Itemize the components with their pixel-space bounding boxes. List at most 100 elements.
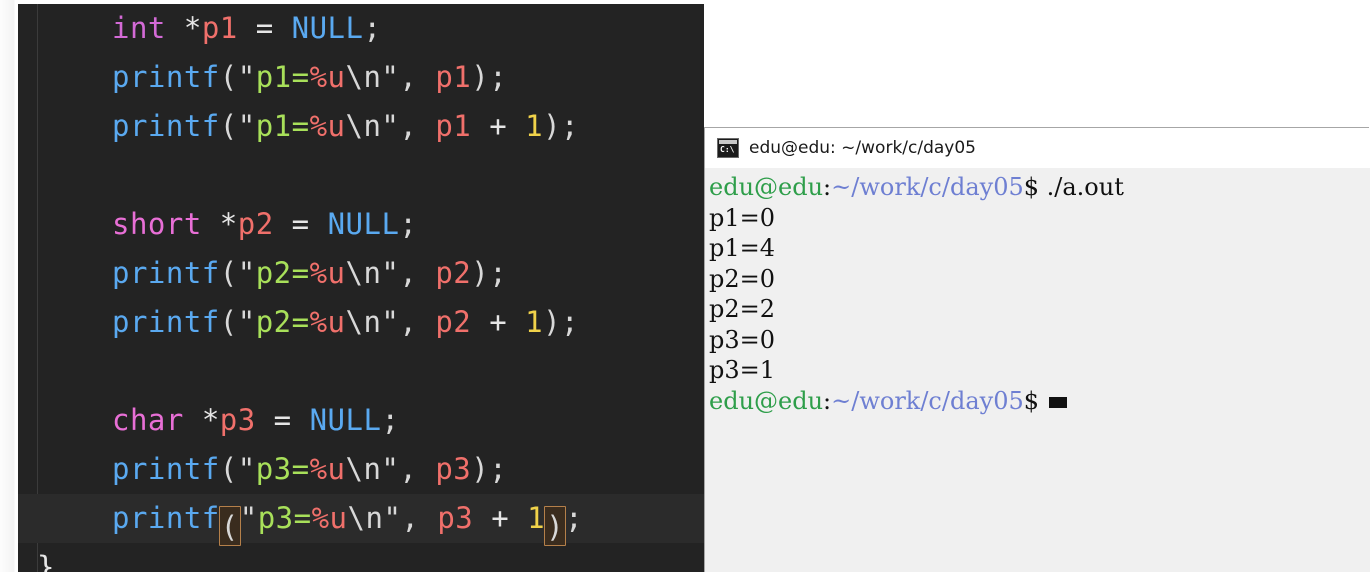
terminal-output-text: p2=2 (709, 295, 776, 323)
code-line[interactable]: short *p2 = NULL; (18, 200, 704, 249)
code-token: } (37, 550, 55, 572)
code-line-list: int *p1 = NULL; printf("p1=%u\n", p1); pri… (18, 4, 704, 572)
code-token: printf (112, 109, 220, 143)
terminal-prompt-separator: : (823, 386, 832, 415)
code-token: ", (381, 305, 436, 339)
code-editor-content[interactable]: int *p1 = NULL; printf("p1=%u\n", p1); pri… (18, 4, 704, 572)
screenshot-root: int *p1 = NULL; printf("p1=%u\n", p1); pri… (0, 0, 1370, 587)
terminal-icon-label: C:\ (720, 145, 735, 154)
code-token: = (237, 11, 292, 45)
terminal-command: ./a.out (1039, 173, 1124, 201)
code-token: 1 (527, 501, 546, 535)
code-token: ", (381, 109, 436, 143)
code-token: ", (381, 452, 436, 486)
terminal-title-text: edu@edu: ~/work/c/day05 (749, 138, 976, 158)
terminal-output-line: p3=1 (709, 355, 1370, 386)
code-token: p1 (435, 60, 472, 94)
code-token: (" (219, 452, 256, 486)
code-token: p3= (257, 501, 312, 535)
terminal-output-text: p3=0 (709, 325, 776, 354)
code-token: int (112, 11, 166, 45)
bracket-match-highlight: ( (218, 506, 241, 546)
code-line[interactable]: int *p1 = NULL; (18, 4, 704, 53)
code-token: (" (219, 109, 256, 143)
code-token: ); (471, 60, 508, 94)
code-token: (" (219, 60, 256, 94)
terminal-prompt-separator: : (823, 173, 832, 201)
code-token: \n (345, 256, 382, 290)
terminal-user-host: edu@edu (709, 386, 824, 415)
code-token: ", (383, 501, 438, 535)
code-token: p2 (435, 305, 472, 339)
code-token: * (201, 403, 220, 437)
code-token: printf (112, 256, 220, 290)
code-token: %u (309, 452, 346, 486)
terminal-prompt-line: edu@edu:~/work/c/day05$ ./a.out (709, 172, 1370, 203)
code-token: printf (112, 60, 220, 94)
code-token: \n (345, 305, 382, 339)
code-token: ; (381, 403, 400, 437)
terminal-body[interactable]: edu@edu:~/work/c/day05$ ./a.out p1=0 p1=4 p… (705, 168, 1370, 576)
code-token: ", (381, 256, 436, 290)
code-token: " (239, 501, 258, 535)
code-token: ); (471, 256, 508, 290)
terminal-path: ~/work/c/day05 (831, 173, 1024, 201)
code-line[interactable]: printf("p1=%u\n", p1 + 1); (18, 102, 704, 151)
terminal-prompt-line: edu@edu:~/work/c/day05$ (709, 386, 1370, 417)
code-token: NULL (309, 403, 382, 437)
code-token: 1 (525, 109, 544, 143)
code-token: char (112, 403, 184, 437)
code-token: p2 (237, 207, 274, 241)
code-token: p2= (255, 256, 310, 290)
code-line[interactable]: printf("p2=%u\n", p2); (18, 249, 704, 298)
code-token: ", (381, 60, 436, 94)
code-token: ); (543, 109, 580, 143)
code-token: (" (219, 305, 256, 339)
terminal-path: ~/work/c/day05 (831, 386, 1024, 415)
code-token: = (273, 207, 328, 241)
terminal-output-text: p1=0 (709, 203, 776, 232)
code-token: NULL (327, 207, 400, 241)
bracket-match-highlight: ) (544, 506, 567, 546)
code-token: = (255, 403, 310, 437)
terminal-output-text: p2=0 (709, 264, 776, 293)
code-token: * (183, 11, 202, 45)
terminal-title-bar[interactable]: C:\ edu@edu: ~/work/c/day05 (705, 128, 1370, 168)
code-token: %u (309, 256, 346, 290)
terminal-cursor (1049, 396, 1068, 408)
code-token: p3 (219, 403, 256, 437)
code-line[interactable]: printf("p2=%u\n", p2 + 1); (18, 298, 704, 347)
code-line[interactable]: printf("p3=%u\n", p3); (18, 445, 704, 494)
code-line[interactable] (18, 151, 704, 200)
code-token: p3 (435, 452, 472, 486)
code-token: %u (309, 305, 346, 339)
terminal-line-list: edu@edu:~/work/c/day05$ ./a.out p1=0 p1=4 p… (709, 172, 1370, 416)
terminal-prompt-sigil: $ (1023, 386, 1040, 415)
code-token: p3= (255, 452, 310, 486)
bottom-strip (0, 572, 1370, 587)
terminal-output-text: p3=1 (709, 356, 776, 384)
code-token: p2= (255, 305, 310, 339)
code-line[interactable]: printf("p1=%u\n", p1); (18, 53, 704, 102)
code-token: short (112, 207, 202, 241)
terminal-output-line: p2=2 (709, 294, 1370, 325)
code-token: printf (112, 305, 220, 339)
code-token: ; (399, 207, 418, 241)
code-token: printf (112, 501, 220, 535)
code-line[interactable]: char *p3 = NULL; (18, 396, 704, 445)
code-token: 1 (525, 305, 544, 339)
terminal-console-icon: C:\ (717, 138, 739, 158)
code-editor[interactable]: int *p1 = NULL; printf("p1=%u\n", p1); pri… (18, 4, 704, 572)
code-line[interactable]: printf("p3=%u\n", p3 + 1); (18, 494, 704, 546)
code-line[interactable] (18, 347, 704, 396)
code-token: + (471, 109, 526, 143)
code-token: (" (219, 256, 256, 290)
code-token: \n (347, 501, 384, 535)
code-line[interactable]: } (18, 543, 704, 572)
code-token: p2 (435, 256, 472, 290)
code-token: p3 (437, 501, 474, 535)
terminal-window[interactable]: C:\ edu@edu: ~/work/c/day05 edu@edu:~/wo… (705, 128, 1370, 576)
